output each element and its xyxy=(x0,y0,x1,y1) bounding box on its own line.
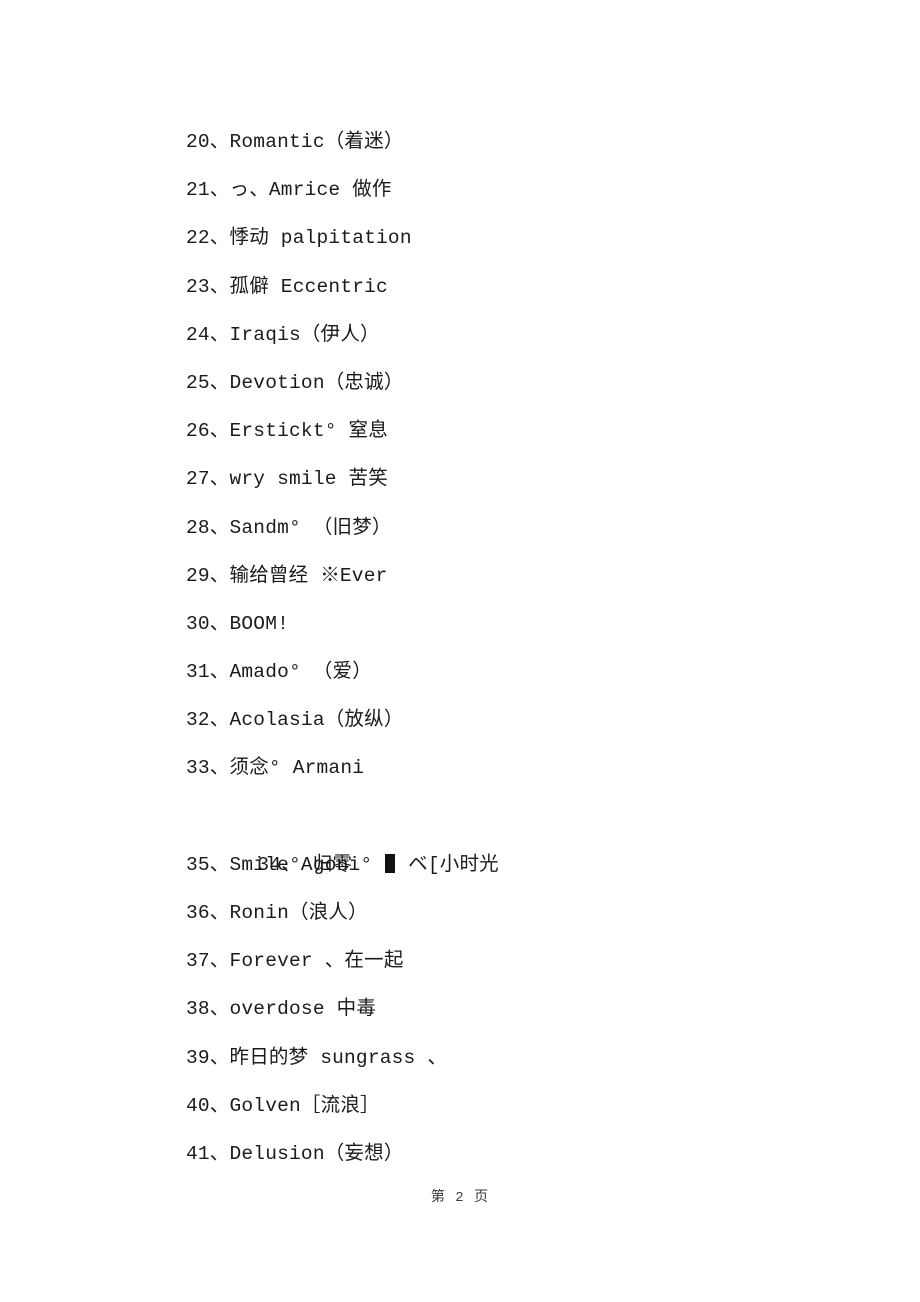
list-item-text-after: ベ[小时光 xyxy=(396,853,499,876)
list-item: 30、BOOM! xyxy=(186,612,290,635)
list-item: 41、Delusion（妄想） xyxy=(186,1142,404,1165)
list-item: 27、wry smile 苦笑 xyxy=(186,468,388,491)
list-item: 25、Devotion（忠诚） xyxy=(186,371,404,394)
list-item: 34、Agoni° ベ[小时光 xyxy=(186,793,806,876)
list-item: 33、须念° Armani xyxy=(186,757,365,780)
list-content: 20、Romantic（着迷） 21、っ、Amrice 做作 22、悸动 pal… xyxy=(186,118,806,1178)
page-footer: 第 2 页 xyxy=(0,1188,920,1208)
list-item: 36、Ronin（浪人） xyxy=(186,902,368,924)
list-item: 31、Amado° （爱） xyxy=(186,661,372,684)
list-item: 20、Romantic（着迷） xyxy=(186,131,404,153)
list-item: 37、Forever 、在一起 xyxy=(186,950,404,973)
page-number-label: 第 2 页 xyxy=(430,1190,490,1206)
list-item: 28、Sandm° （旧梦） xyxy=(186,516,392,539)
list-item: 29、输给曾经 ※Ever xyxy=(186,564,388,587)
missing-glyph-box xyxy=(385,853,396,873)
list-item: 21、っ、Amrice 做作 xyxy=(186,179,392,202)
list-item: 24、Iraqis（伊人） xyxy=(186,323,380,346)
list-item: 26、Erstickt° 窒息 xyxy=(186,420,388,443)
list-item: 23、孤僻 Eccentric xyxy=(186,275,388,298)
list-item: 22、悸动 palpitation xyxy=(186,227,412,250)
list-item: 38、overdose 中毒 xyxy=(186,998,377,1021)
list-item: 32、Acolasia（放纵） xyxy=(186,709,404,732)
list-item: 39、昨日的梦 sungrass 、 xyxy=(186,1046,448,1069)
list-item: 40、Golven［流浪］ xyxy=(186,1094,380,1117)
document-page: 20、Romantic（着迷） 21、っ、Amrice 做作 22、悸动 pal… xyxy=(0,0,920,1302)
